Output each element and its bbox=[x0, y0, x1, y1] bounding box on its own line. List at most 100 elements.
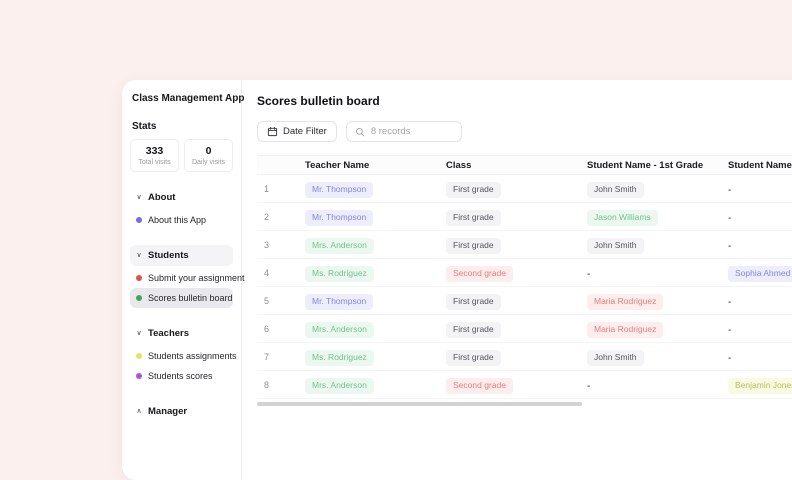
cell-badge: First grade bbox=[446, 182, 501, 198]
item-dot-icon bbox=[136, 217, 142, 223]
table-row[interactable]: 7 Ms. Rodriguez First grade John Smith - bbox=[257, 343, 792, 371]
table-row[interactable]: 4 Ms. Rodriguez Second grade - Sophia Ahmed bbox=[257, 259, 792, 287]
stat-value: 0 bbox=[205, 145, 212, 157]
sidebar-section-about: ∨ About About this App bbox=[130, 187, 233, 230]
section-items: Submit your assignment Scores bulletin bo… bbox=[130, 268, 245, 308]
section-label: Teachers bbox=[148, 328, 190, 339]
table-cell: Maria Rodriguez bbox=[587, 319, 728, 338]
section-items: About this App bbox=[130, 210, 233, 230]
cell-badge: Mr. Thompson bbox=[305, 210, 374, 226]
search-placeholder: 8 records bbox=[370, 126, 411, 137]
column-header: Teacher Name bbox=[305, 159, 370, 171]
cell-badge: John Smith bbox=[587, 350, 644, 366]
table-cell: John Smith bbox=[587, 235, 728, 254]
desktop-background: { "theme": { "page_bg": "#fcf0ee", "card… bbox=[0, 0, 792, 480]
sidebar-item-label: Students scores bbox=[148, 371, 213, 381]
table-cell: Second grade bbox=[446, 263, 587, 282]
table-cell: Sophia Ahmed bbox=[728, 263, 792, 282]
sidebar-sections: ∨ About About this App ∨ Students Submit your… bbox=[130, 187, 245, 422]
stat-label: Total visits bbox=[138, 159, 171, 166]
section-header-about[interactable]: ∨ About bbox=[130, 187, 233, 208]
sidebar-item[interactable]: About this App bbox=[130, 210, 233, 230]
cell-text: - bbox=[587, 268, 591, 280]
cell-badge: Mrs. Anderson bbox=[305, 238, 374, 254]
horizontal-scrollbar[interactable] bbox=[257, 402, 582, 406]
sidebar-section-manager: ∧ Manager bbox=[130, 401, 233, 422]
table-cell: Second grade bbox=[446, 375, 587, 394]
table-cell: First grade bbox=[446, 347, 587, 366]
cell-text: - bbox=[728, 184, 732, 196]
scores-table: Teacher Name Class Student Name - 1st Grad… bbox=[257, 155, 792, 406]
date-filter-label: Date Filter bbox=[283, 126, 327, 137]
row-number: 3 bbox=[264, 239, 270, 250]
item-dot-icon bbox=[136, 353, 142, 359]
table-row[interactable]: 3 Mrs. Anderson First grade John Smith - bbox=[257, 231, 792, 259]
cell-badge: Ms. Rodriguez bbox=[305, 266, 374, 282]
chevron-down-icon: ∨ bbox=[136, 252, 142, 259]
section-header-students[interactable]: ∨ Students bbox=[130, 245, 233, 266]
table-row[interactable]: 2 Mr. Thompson First grade Jason Williams - bbox=[257, 203, 792, 231]
stats-heading: Stats bbox=[132, 121, 157, 132]
table-cell: First grade bbox=[446, 319, 587, 338]
cell-badge: John Smith bbox=[587, 238, 644, 254]
table-cell: Mr. Thompson bbox=[305, 207, 446, 226]
cell-badge: First grade bbox=[446, 210, 501, 226]
table-cell: Maria Rodriguez bbox=[587, 291, 728, 310]
row-number: 7 bbox=[264, 351, 270, 362]
section-header-teachers[interactable]: ∨ Teachers bbox=[130, 323, 233, 344]
date-filter-button[interactable]: Date Filter bbox=[257, 121, 337, 142]
table-cell: Mr. Thompson bbox=[305, 291, 446, 310]
table-cell: Mrs. Anderson bbox=[305, 375, 446, 394]
cell-text: - bbox=[728, 296, 732, 308]
search-input[interactable]: 8 records bbox=[345, 121, 462, 142]
chevron-up-icon: ∧ bbox=[136, 408, 142, 415]
table-cell: Mrs. Anderson bbox=[305, 235, 446, 254]
column-header: Student Name - 1st Grade bbox=[587, 159, 704, 171]
table-row[interactable]: 8 Mrs. Anderson Second grade - Benjamin Jone… bbox=[257, 371, 792, 399]
cell-badge: Sophia Ahmed bbox=[728, 266, 792, 282]
section-header-manager[interactable]: ∧ Manager bbox=[130, 401, 233, 422]
stat-value: 333 bbox=[145, 145, 164, 157]
table-cell: - bbox=[728, 320, 792, 338]
calendar-icon bbox=[267, 126, 278, 137]
table-cell: - bbox=[728, 208, 792, 226]
table-cell: - bbox=[728, 180, 792, 198]
table-body: 1 Mr. Thompson First grade John Smith - 2 Mr. … bbox=[257, 175, 792, 399]
search-icon bbox=[355, 127, 365, 136]
sidebar-item[interactable]: Submit your assignment bbox=[130, 268, 245, 288]
cell-badge: Jason Williams bbox=[587, 210, 658, 226]
table-cell: - bbox=[587, 264, 728, 282]
table-row[interactable]: 5 Mr. Thompson First grade Maria Rodriguez - bbox=[257, 287, 792, 315]
section-label: About bbox=[148, 192, 176, 203]
cell-badge: John Smith bbox=[587, 182, 644, 198]
table-cell: First grade bbox=[446, 207, 587, 226]
table-cell: Ms. Rodriguez bbox=[305, 263, 446, 282]
table-cell: First grade bbox=[446, 179, 587, 198]
cell-badge: Mrs. Anderson bbox=[305, 378, 374, 394]
table-row[interactable]: 6 Mrs. Anderson First grade Maria Rodriguez… bbox=[257, 315, 792, 343]
sidebar-section-teachers: ∨ Teachers Students assignments Students sc… bbox=[130, 323, 237, 386]
sidebar-item-label: Submit your assignment bbox=[148, 273, 245, 283]
sidebar-item[interactable]: Students assignments bbox=[130, 346, 237, 366]
cell-badge: Ms. Rodriguez bbox=[305, 350, 374, 366]
sidebar-item[interactable]: Students scores bbox=[130, 366, 233, 386]
cell-text: - bbox=[728, 352, 732, 364]
cell-text: - bbox=[728, 324, 732, 336]
app-window: Class Management App Stats 333 Total visi… bbox=[122, 80, 792, 480]
cell-text: - bbox=[587, 380, 591, 392]
cell-badge: Mr. Thompson bbox=[305, 294, 374, 310]
cell-badge: Mrs. Anderson bbox=[305, 322, 374, 338]
sidebar-item[interactable]: Scores bulletin board bbox=[130, 288, 233, 308]
cell-badge: Second grade bbox=[446, 266, 513, 282]
app-title: Class Management App bbox=[132, 93, 245, 104]
sidebar-item-label: Scores bulletin board bbox=[148, 293, 233, 303]
sidebar-item-label: About this App bbox=[148, 215, 207, 225]
cell-badge: Mr. Thompson bbox=[305, 182, 374, 198]
cell-badge: Benjamin Jones bbox=[728, 378, 792, 394]
row-number: 5 bbox=[264, 295, 270, 306]
row-number: 1 bbox=[264, 183, 270, 194]
stat-box: 333 Total visits bbox=[130, 139, 179, 172]
sidebar-section-students: ∨ Students Submit your assignment Scores bu… bbox=[130, 245, 245, 308]
table-cell: Mr. Thompson bbox=[305, 179, 446, 198]
table-row[interactable]: 1 Mr. Thompson First grade John Smith - bbox=[257, 175, 792, 203]
